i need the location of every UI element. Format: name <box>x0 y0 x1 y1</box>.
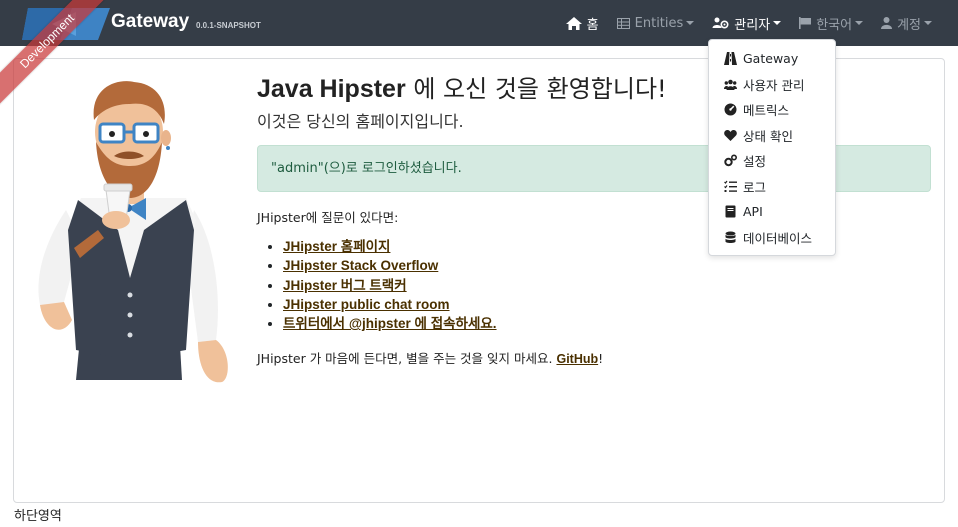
table-icon <box>616 17 630 29</box>
list-item: 트위터에서 @jhipster 에 접속하세요. <box>283 314 497 333</box>
admin-menu-api[interactable]: API <box>709 199 835 225</box>
list-item: JHipster public chat room <box>283 295 497 314</box>
admin-menu-label: API <box>743 204 763 220</box>
link-stack-overflow[interactable]: JHipster Stack Overflow <box>283 258 438 273</box>
title-bold: Java Hipster <box>257 75 406 103</box>
caret-down-icon <box>686 21 695 25</box>
admin-menu-metrics[interactable]: 메트릭스 <box>709 97 835 123</box>
admin-menu-label: 메트릭스 <box>743 103 790 119</box>
brand-title[interactable]: Gateway <box>111 11 189 33</box>
home-icon <box>565 16 582 30</box>
caret-down-icon <box>855 21 864 25</box>
caret-down-icon <box>924 21 932 25</box>
database-icon <box>725 231 736 243</box>
github-line: JHipster 가 마음에 든다면, 별을 주는 것을 잊지 마세요. Git… <box>257 348 603 367</box>
nav-admin-label: 관리자 <box>734 17 771 33</box>
caret-down-icon <box>773 21 782 25</box>
cogs-icon <box>724 154 737 167</box>
brand-version: 0.0.1-SNAPSHOT <box>196 21 261 30</box>
admin-menu-database[interactable]: 데이터베이스 <box>709 225 835 251</box>
tachometer-icon <box>724 103 737 116</box>
nav-account-label: 계정 <box>897 17 921 33</box>
github-link[interactable]: GitHub <box>556 352 598 366</box>
list-item: JHipster 홈페이지 <box>283 237 497 256</box>
link-twitter[interactable]: 트위터에서 @jhipster 에 접속하세요. <box>283 316 497 331</box>
user-icon <box>881 17 893 29</box>
admin-menu-gateway[interactable]: Gateway <box>709 46 835 72</box>
road-icon <box>724 52 737 66</box>
flag-icon <box>799 17 812 29</box>
github-text: JHipster 가 마음에 든다면, 별을 주는 것을 잊지 마세요. <box>257 351 553 366</box>
admin-menu-configuration[interactable]: 설정 <box>709 148 835 174</box>
admin-menu-label: 데이터베이스 <box>743 230 813 246</box>
link-jhipster-homepage[interactable]: JHipster 홈페이지 <box>283 239 390 254</box>
nav-home[interactable]: 홈 <box>565 14 599 33</box>
jhipster-mascot-illustration <box>38 81 228 383</box>
link-chat-room[interactable]: JHipster public chat room <box>283 297 450 312</box>
admin-menu-logs[interactable]: 로그 <box>709 174 835 200</box>
footer: 하단영역 <box>14 509 62 524</box>
nav-admin[interactable]: 관리자 <box>712 14 782 33</box>
tasks-icon <box>724 180 737 192</box>
admin-menu-label: 상태 확인 <box>743 128 793 144</box>
nav-entities[interactable]: Entities <box>616 15 695 31</box>
list-item: JHipster 버그 트랙커 <box>283 276 497 295</box>
link-bug-tracker[interactable]: JHipster 버그 트랙커 <box>283 278 407 293</box>
nav-home-label: 홈 <box>586 17 599 33</box>
admin-menu-label: 사용자 관리 <box>743 77 805 93</box>
nav-language[interactable]: 한국어 <box>799 14 864 33</box>
users-cog-icon <box>712 17 729 29</box>
users-icon <box>724 79 737 90</box>
nav-entities-label: Entities <box>634 15 684 31</box>
nav-language-label: 한국어 <box>816 17 853 33</box>
question-text: JHipster에 질문이 있다면: <box>257 210 399 225</box>
admin-dropdown-menu: Gateway 사용자 관리 메트릭스 상태 확인 설정 로그 API 데이터베… <box>708 39 836 256</box>
github-after: ! <box>598 351 604 366</box>
heart-icon <box>724 129 737 141</box>
admin-menu-label: Gateway <box>743 51 799 67</box>
title-rest: 에 오신 것을 환영합니다! <box>405 75 667 103</box>
nav-account[interactable]: 계정 <box>881 14 932 33</box>
list-item: JHipster Stack Overflow <box>283 256 497 275</box>
admin-menu-label: 설정 <box>743 154 767 170</box>
admin-menu-user-management[interactable]: 사용자 관리 <box>709 72 835 98</box>
book-icon <box>725 205 736 218</box>
jhipster-links-list: JHipster 홈페이지 JHipster Stack Overflow JH… <box>257 237 497 333</box>
admin-menu-health[interactable]: 상태 확인 <box>709 123 835 149</box>
admin-menu-label: 로그 <box>743 179 767 195</box>
